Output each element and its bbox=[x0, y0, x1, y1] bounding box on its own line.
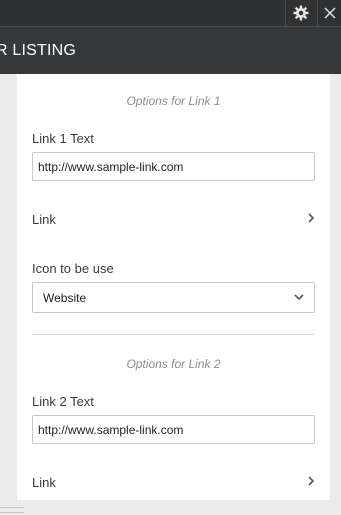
section-divider bbox=[32, 334, 315, 335]
icon-select-label: Icon to be use bbox=[32, 261, 114, 276]
link1-link-row[interactable]: Link bbox=[32, 210, 315, 230]
link2-text-input[interactable] bbox=[32, 415, 315, 444]
app-frame: R LISTING Options for Link 1 Link 1 Text… bbox=[0, 0, 341, 515]
chevron-right-icon bbox=[308, 476, 315, 486]
chevron-down-icon bbox=[294, 294, 304, 301]
section-caption-link1: Options for Link 1 bbox=[126, 94, 221, 108]
icon-select[interactable]: Website bbox=[32, 282, 315, 313]
options-panel[interactable]: Options for Link 1 Link 1 Text Link Icon… bbox=[17, 74, 330, 500]
top-toolbar bbox=[0, 0, 341, 26]
icon-select-value: Website bbox=[43, 291, 87, 305]
close-icon bbox=[324, 7, 335, 19]
link2-link-label: Link bbox=[32, 475, 56, 490]
link1-link-label: Link bbox=[32, 212, 56, 227]
settings-button[interactable] bbox=[286, 0, 316, 26]
link1-text-input[interactable] bbox=[32, 152, 315, 181]
gear-icon bbox=[293, 5, 309, 21]
page-title: R LISTING bbox=[0, 42, 77, 59]
link1-text-label: Link 1 Text bbox=[32, 131, 94, 146]
chevron-right-icon bbox=[308, 213, 315, 223]
link2-text-label: Link 2 Text bbox=[32, 394, 94, 409]
link2-link-row[interactable]: Link bbox=[32, 473, 315, 493]
section-caption-link2: Options for Link 2 bbox=[126, 357, 221, 371]
close-button[interactable] bbox=[318, 0, 341, 26]
panel-header: R LISTING bbox=[0, 26, 341, 74]
resize-handle[interactable] bbox=[0, 507, 24, 513]
